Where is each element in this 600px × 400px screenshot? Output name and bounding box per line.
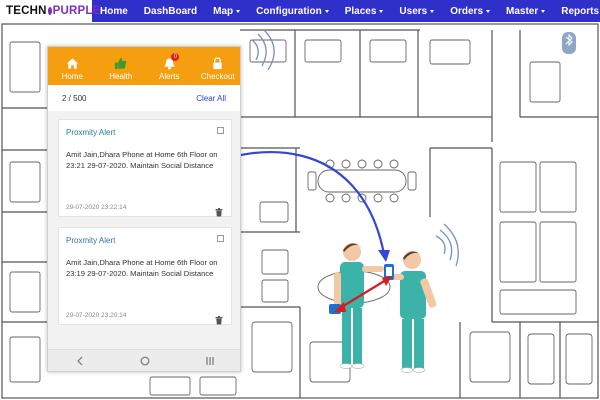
nav-item-label: Master xyxy=(506,5,539,17)
nav-item-orders[interactable]: Orders xyxy=(442,0,498,22)
brand-part-1: TECHN xyxy=(6,5,47,17)
alert-title: Proxmity Alert xyxy=(66,128,116,137)
nav-item-configuration[interactable]: Configuration xyxy=(248,0,337,22)
nav-item-users[interactable]: Users xyxy=(391,0,442,22)
tab-label: Home xyxy=(61,72,83,81)
alerts-badge: 0 xyxy=(171,53,180,61)
home-icon xyxy=(66,57,79,72)
nav-item-label: Reports xyxy=(561,5,600,17)
alerts-list-header: 2 / 500 Clear All xyxy=(48,85,240,111)
top-navbar: TECHN PURPLE Home DashBoard Map Configuratio… xyxy=(0,0,600,22)
recents-icon[interactable] xyxy=(204,355,216,367)
app-root: TECHN PURPLE Home DashBoard Map Configuratio… xyxy=(0,0,600,400)
person-right xyxy=(390,251,437,373)
nav-item-map[interactable]: Map xyxy=(205,0,248,22)
nav-menu: Home DashBoard Map Configuration Places Users… xyxy=(92,0,600,22)
nav-item-label: Places xyxy=(344,5,377,17)
alert-title: Proxmity Alert xyxy=(66,236,116,245)
nav-item-label: Configuration xyxy=(256,5,322,17)
tab-checkout[interactable]: Checkout xyxy=(194,47,241,85)
caret-down-icon xyxy=(430,9,435,13)
caret-down-icon xyxy=(324,9,329,13)
tab-home[interactable]: Home xyxy=(48,47,97,85)
home-circle-icon[interactable] xyxy=(139,355,151,367)
alert-message: Amit Jain,Dhara Phone at Home 6th Floor … xyxy=(66,258,218,278)
caret-down-icon xyxy=(486,9,491,13)
android-nav-bar xyxy=(48,349,240,371)
tab-alerts[interactable]: 0 Alerts xyxy=(145,47,194,85)
brand-logo[interactable]: TECHN PURPLE xyxy=(0,0,100,22)
nav-item-reports[interactable]: Reports xyxy=(553,0,600,22)
nav-item-label: DashBoard xyxy=(143,5,198,17)
nav-item-home[interactable]: Home xyxy=(92,0,136,22)
tab-health[interactable]: Health xyxy=(97,47,146,85)
nav-item-master[interactable]: Master xyxy=(498,0,553,22)
thumbs-up-icon xyxy=(114,57,127,72)
alerts-count: 2 / 500 xyxy=(62,93,87,103)
bluetooth-icon xyxy=(562,32,576,54)
nav-item-label: Orders xyxy=(450,5,484,17)
wifi-signal-icon xyxy=(251,29,275,71)
nav-item-label: Map xyxy=(213,5,234,17)
nav-item-dashboard[interactable]: DashBoard xyxy=(136,0,205,22)
mobile-tab-bar: Home Health 0 Alerts Checkout xyxy=(48,47,241,85)
mobile-app-panel: Home Health 0 Alerts Checkout 2 / 500 Clear … xyxy=(47,46,241,372)
caret-down-icon xyxy=(379,9,384,13)
trash-icon[interactable] xyxy=(215,312,223,325)
alert-timestamp: 29-07-2020 23:22:14 xyxy=(66,204,127,211)
alert-message: Amit Jain,Dhara Phone at Home 6th Floor … xyxy=(66,150,218,170)
wifi-signal-icon xyxy=(435,223,459,267)
brand-ring-icon xyxy=(47,7,52,15)
alert-timestamp: 29-07-2020 23:20:14 xyxy=(66,312,127,319)
back-icon[interactable] xyxy=(74,355,86,367)
nav-item-places[interactable]: Places xyxy=(337,0,392,22)
tab-label: Alerts xyxy=(159,72,180,81)
alert-card[interactable]: Proxmity Alert Amit Jain,Dhara Phone at H… xyxy=(58,119,232,217)
alert-card[interactable]: Proxmity Alert Amit Jain,Dhara Phone at H… xyxy=(58,227,232,325)
caret-down-icon xyxy=(541,9,546,13)
alert-checkbox[interactable] xyxy=(217,235,224,242)
tab-label: Health xyxy=(109,72,133,81)
trash-icon[interactable] xyxy=(215,204,223,217)
clear-all-button[interactable]: Clear All xyxy=(196,94,226,103)
nav-item-label: Home xyxy=(100,5,128,17)
nav-item-label: Users xyxy=(399,5,428,17)
lock-icon xyxy=(211,57,224,72)
tab-label: Checkout xyxy=(200,72,235,81)
alert-checkbox[interactable] xyxy=(217,127,224,134)
caret-down-icon xyxy=(236,9,241,13)
